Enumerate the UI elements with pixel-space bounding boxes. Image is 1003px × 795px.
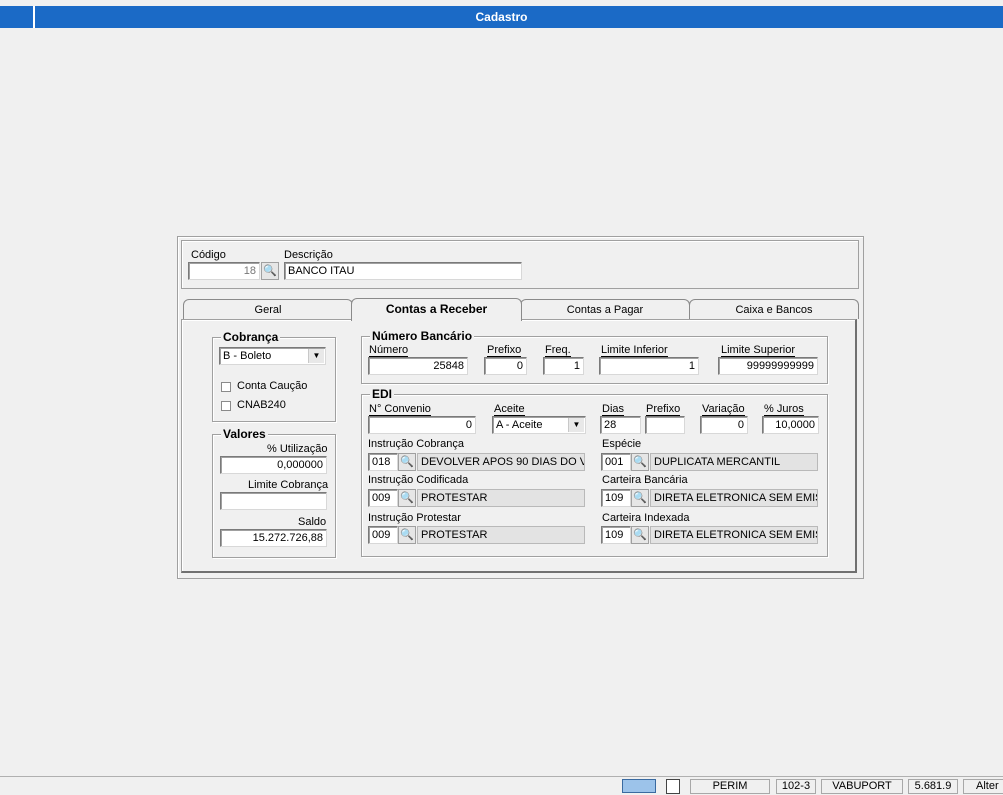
instrucao-protestar-label: Instrução Protestar: [368, 512, 461, 524]
status-code: 102-3: [776, 779, 816, 794]
status-version: 5.681.9: [908, 779, 958, 794]
numero-field[interactable]: 25848: [368, 357, 468, 375]
window-titlebar: Cadastro: [0, 6, 1003, 28]
binoculars-icon: 🔍: [263, 265, 277, 277]
saldo-field[interactable]: 15.272.726,88: [220, 529, 327, 547]
binoculars-icon: 🔍: [400, 529, 414, 541]
network-icon: [622, 779, 656, 793]
codigo-lookup-button[interactable]: 🔍: [261, 262, 279, 280]
variacao-label: Variação: [702, 403, 745, 416]
convenio-field[interactable]: 0: [368, 416, 476, 434]
limite-cobranca-label: Limite Cobrança: [248, 479, 329, 491]
especie-lookup-button[interactable]: 🔍: [631, 453, 649, 471]
carteira-indexada-label: Carteira Indexada: [602, 512, 690, 524]
cnab240-label: CNAB240: [237, 399, 286, 411]
conta-caucao-label: Conta Caução: [237, 380, 308, 392]
status-mode: Alter: [963, 779, 1003, 794]
tab-contas-a-pagar[interactable]: Contas a Pagar: [520, 299, 690, 319]
binoculars-icon: 🔍: [633, 529, 647, 541]
juros-label: % Juros: [764, 403, 804, 416]
chevron-down-icon[interactable]: ▼: [308, 349, 324, 363]
clipboard-icon[interactable]: [666, 779, 680, 794]
status-user: PERIM: [690, 779, 770, 794]
utilizacao-label: % Utilização: [267, 443, 328, 455]
carteira-indexada-lookup-button[interactable]: 🔍: [631, 526, 649, 544]
especie-label: Espécie: [602, 438, 642, 450]
instrucao-cobranca-desc: DEVOLVER APOS 90 DIAS DO VENC: [417, 453, 585, 471]
especie-code[interactable]: 001: [601, 453, 631, 471]
instrucao-codificada-lookup-button[interactable]: 🔍: [398, 489, 416, 507]
aceite-select[interactable]: A - Aceite ▼: [492, 416, 586, 434]
numero-bancario-title: Número Bancário: [370, 329, 475, 343]
especie-desc: DUPLICATA MERCANTIL: [650, 453, 818, 471]
limite-cobranca-field[interactable]: [220, 492, 327, 510]
instrucao-protestar-code[interactable]: 009: [368, 526, 398, 544]
cnab240-checkbox[interactable]: [221, 401, 231, 411]
codigo-label: Código: [191, 249, 226, 261]
carteira-bancaria-desc: DIRETA ELETRONICA SEM EMISSAO: [650, 489, 818, 507]
cobranca-select[interactable]: B - Boleto ▼: [219, 347, 326, 365]
descricao-label: Descrição: [284, 249, 333, 261]
codigo-field[interactable]: 18: [188, 262, 260, 280]
window-title: Cadastro: [475, 10, 528, 24]
numero-label: Número: [369, 344, 409, 357]
dias-label: Dias: [602, 403, 625, 416]
tab-geral[interactable]: Geral: [183, 299, 353, 319]
aceite-label: Aceite: [494, 403, 525, 416]
aceite-select-value: A - Aceite: [496, 419, 543, 431]
binoculars-icon: 🔍: [400, 456, 414, 468]
valores-title: Valores: [221, 427, 268, 441]
instrucao-codificada-label: Instrução Codificada: [368, 474, 469, 486]
variacao-field[interactable]: 0: [700, 416, 748, 434]
utilizacao-field[interactable]: 0,000000: [220, 456, 327, 474]
instrucao-cobranca-code[interactable]: 018: [368, 453, 398, 471]
carteira-indexada-desc: DIRETA ELETRONICA SEM EMISSAO: [650, 526, 818, 544]
instrucao-cobranca-lookup-button[interactable]: 🔍: [398, 453, 416, 471]
freq-label: Freq.: [545, 344, 571, 357]
prefixo-nb-field[interactable]: 0: [484, 357, 527, 375]
edi-title: EDI: [370, 387, 395, 401]
conta-caucao-checkbox[interactable]: [221, 382, 231, 392]
carteira-bancaria-lookup-button[interactable]: 🔍: [631, 489, 649, 507]
instrucao-codificada-code[interactable]: 009: [368, 489, 398, 507]
instrucao-codificada-desc: PROTESTAR: [417, 489, 585, 507]
binoculars-icon: 🔍: [633, 456, 647, 468]
cobranca-select-value: B - Boleto: [223, 350, 272, 362]
limite-inferior-label: Limite Inferior: [601, 344, 668, 357]
binoculars-icon: 🔍: [633, 492, 647, 504]
instrucao-protestar-lookup-button[interactable]: 🔍: [398, 526, 416, 544]
descricao-field[interactable]: BANCO ITAU: [284, 262, 522, 280]
prefixo-edi-field[interactable]: [645, 416, 685, 434]
chevron-down-icon[interactable]: ▼: [568, 418, 584, 432]
binoculars-icon: 🔍: [400, 492, 414, 504]
saldo-label: Saldo: [298, 516, 327, 528]
limite-inferior-field[interactable]: 1: [599, 357, 699, 375]
carteira-bancaria-label: Carteira Bancária: [602, 474, 688, 486]
cobranca-title: Cobrança: [221, 330, 281, 344]
carteira-bancaria-code[interactable]: 109: [601, 489, 631, 507]
prefixo-edi-label: Prefixo: [646, 403, 681, 416]
tab-caixa-e-bancos[interactable]: Caixa e Bancos: [689, 299, 859, 319]
limite-superior-label: Limite Superior: [721, 344, 795, 357]
limite-superior-field[interactable]: 99999999999: [718, 357, 818, 375]
status-db: VABUPORT: [821, 779, 903, 794]
dias-field[interactable]: 28: [600, 416, 641, 434]
convenio-label: N° Convenio: [369, 403, 431, 416]
carteira-indexada-code[interactable]: 109: [601, 526, 631, 544]
freq-field[interactable]: 1: [543, 357, 584, 375]
instrucao-protestar-desc: PROTESTAR: [417, 526, 585, 544]
status-bar: PERIM 102-3 VABUPORT 5.681.9 Alter: [0, 776, 1003, 795]
juros-field[interactable]: 10,0000: [762, 416, 819, 434]
prefixo-nb-label: Prefixo: [487, 344, 522, 357]
instrucao-cobranca-label: Instrução Cobrança: [368, 438, 464, 450]
tab-contas-a-receber[interactable]: Contas a Receber: [351, 298, 522, 321]
